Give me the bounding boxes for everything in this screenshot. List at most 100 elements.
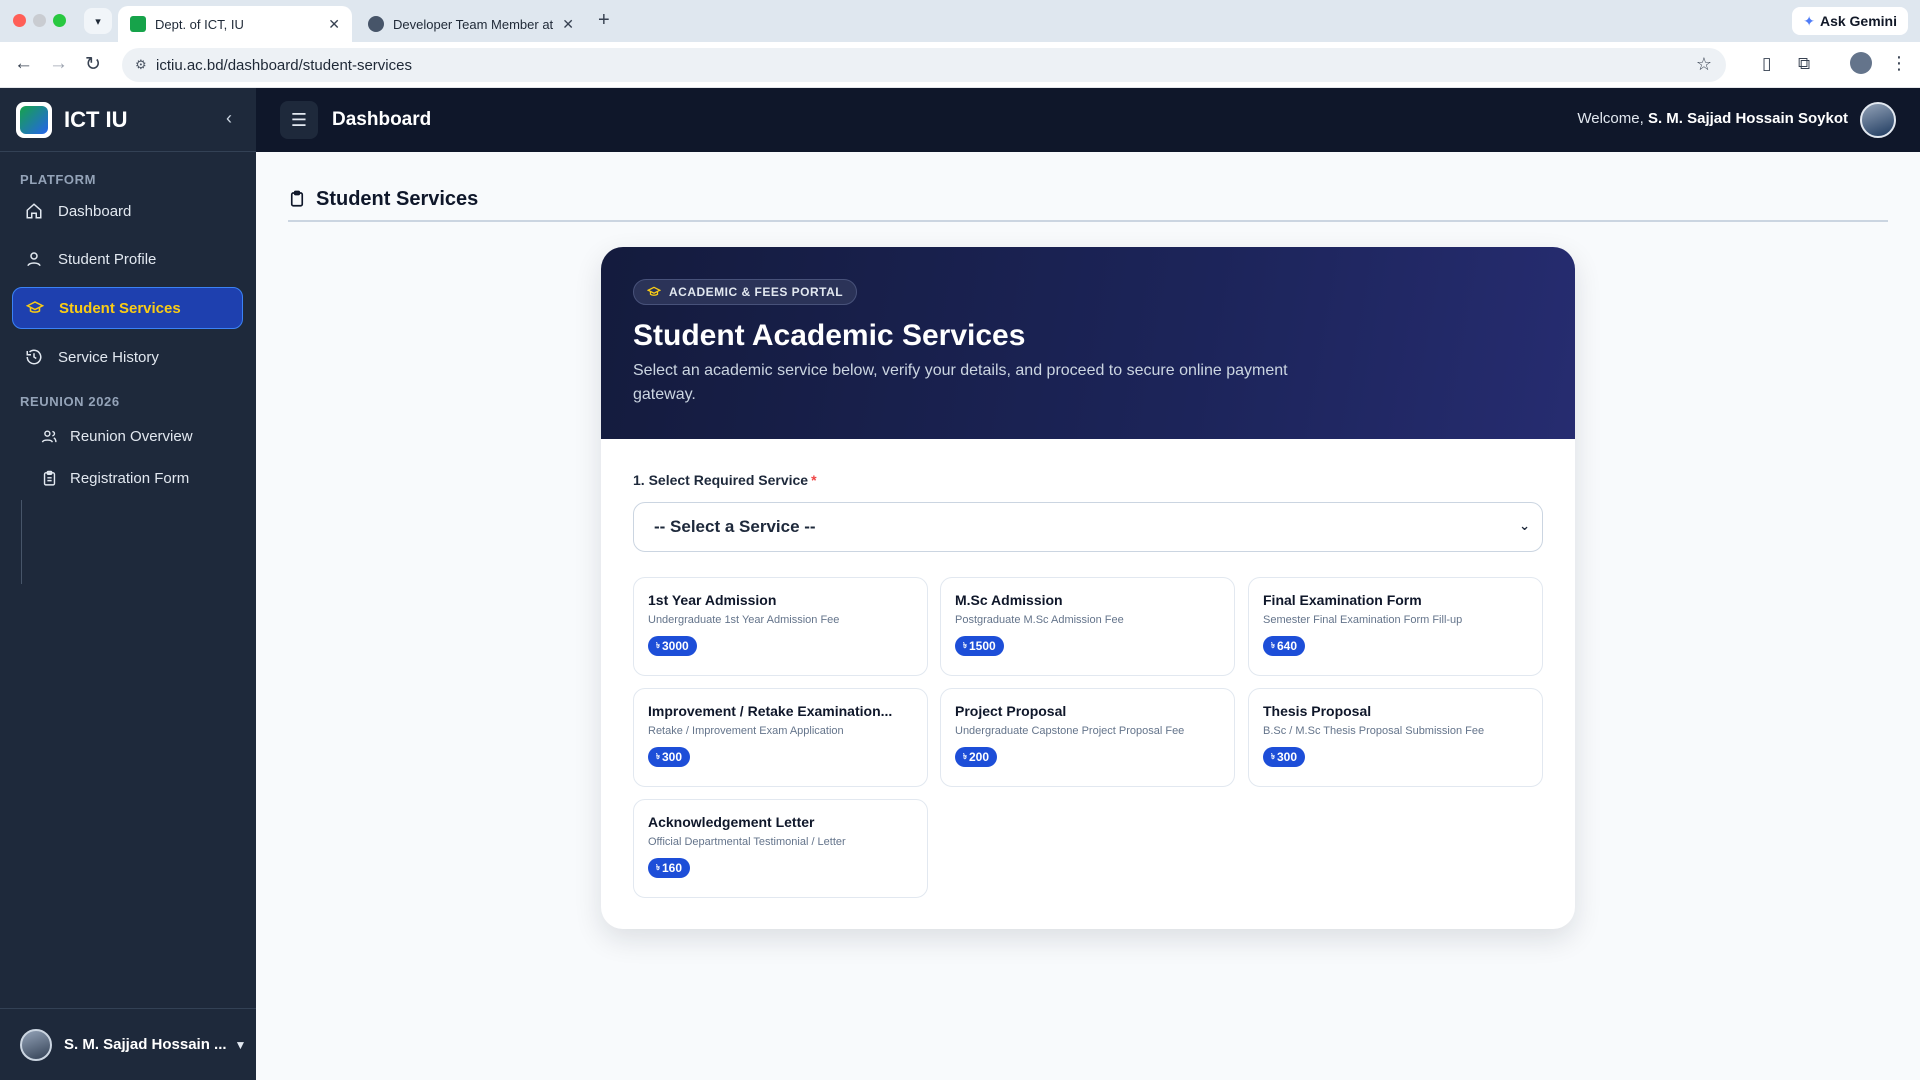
sidebar-item-label: Service History [58,348,159,366]
hero-banner: ACADEMIC & FEES PORTAL Student Academic … [601,247,1575,439]
price-value: 160 [662,861,683,875]
service-description: Retake / Improvement Exam Application [648,725,844,737]
sidebar-item-service-history[interactable]: Service History [12,336,243,378]
users-icon [40,427,58,445]
brand: ICT IU ‹ [0,88,256,152]
price-value: 3000 [662,639,689,653]
sidebar-item-label: Student Profile [58,250,157,268]
welcome-user-name: S. M. Sajjad Hossain Soykot [1647,110,1848,127]
new-tab-button[interactable]: + [598,9,610,32]
price-value: 1500 [969,639,996,653]
back-icon[interactable]: ← [14,53,33,75]
sidebar-item-reunion-overview[interactable]: Reunion Overview [40,418,240,454]
service-card-improvement-retake[interactable]: Improvement / Retake Examination... Reta… [633,688,928,787]
url-text: ictiu.ac.bd/dashboard/student-services [156,56,412,74]
required-mark: * [811,472,817,488]
service-card-1st-year-admission[interactable]: 1st Year Admission Undergraduate 1st Yea… [633,577,928,676]
price-value: 640 [1277,639,1298,653]
portal-badge: ACADEMIC & FEES PORTAL [633,279,858,305]
page-title: Student Services [316,187,479,210]
minimize-window-button[interactable] [33,14,46,27]
browser-profile-avatar[interactable] [1850,52,1872,74]
currency-symbol: ৳ [656,862,660,872]
bookmark-star-icon[interactable]: ☆ [1696,54,1712,75]
price-badge: ৳ 640 [1263,636,1306,656]
submenu-divider [21,500,22,584]
browser-tab-active[interactable]: Dept. of ICT, IU ✕ [118,6,352,42]
currency-symbol: ৳ [656,640,660,650]
extensions-icon[interactable]: ⧉ [1798,54,1810,74]
service-title: Project Proposal [955,703,1067,719]
chevron-down-icon: ⌄ [1519,518,1530,533]
close-icon[interactable]: ✕ [328,16,340,33]
section-label-reunion: REUNION 2026 [20,394,120,409]
sidebar-item-registration-form[interactable]: Registration Form [40,460,240,496]
sparkle-icon: ✦ [1803,12,1815,29]
ask-gemini-label: Ask Gemini [1819,13,1897,29]
maximize-window-button[interactable] [53,14,66,27]
more-menu-icon[interactable]: ⋮ [1890,53,1908,74]
user-icon [24,249,44,269]
brand-name: ICT IU [64,106,128,132]
service-card-thesis-proposal[interactable]: Thesis Proposal B.Sc / M.Sc Thesis Propo… [1248,688,1543,787]
portal-badge-label: ACADEMIC & FEES PORTAL [669,285,844,299]
services-card: ACADEMIC & FEES PORTAL Student Academic … [601,247,1575,929]
service-title: Acknowledgement Letter [648,814,815,830]
chevron-down-icon: ▾ [95,15,101,28]
service-card-final-examination-form[interactable]: Final Examination Form Semester Final Ex… [1248,577,1543,676]
service-title: M.Sc Admission [955,592,1063,608]
forward-icon[interactable]: → [49,53,68,75]
section-label-platform: PLATFORM [20,172,97,187]
currency-symbol: ৳ [656,751,660,761]
sidebar-item-label: Student Services [59,299,181,317]
clipboard-icon [40,469,58,487]
ask-gemini-button[interactable]: ✦ Ask Gemini [1792,7,1908,35]
price-badge: ৳ 300 [648,747,691,767]
history-icon [24,347,44,367]
avatar[interactable] [1860,102,1896,138]
sidebar-user-name: S. M. Sajjad Hossain ... [64,1036,227,1053]
close-icon[interactable]: ✕ [562,16,574,33]
tab-title: Developer Team Member at D [393,16,557,32]
sidebar-item-label: Reunion Overview [70,427,193,445]
reload-icon[interactable]: ↻ [85,53,101,76]
tab-search-button[interactable]: ▾ [84,8,112,34]
hero-title: Student Academic Services [633,319,1026,352]
hero-subtitle: Select an academic service below, verify… [633,362,1288,403]
user-menu-button[interactable]: S. M. Sajjad Hossain ... ▼ [0,1008,256,1080]
service-card-acknowledgement-letter[interactable]: Acknowledgement Letter Official Departme… [633,799,928,898]
service-title: Thesis Proposal [1263,703,1372,719]
price-value: 200 [969,750,990,764]
site-settings-icon[interactable]: ⚙ [135,57,147,73]
top-header: ☰ Dashboard Welcome, S. M. Sajjad Hossai… [256,88,1920,152]
menu-toggle-button[interactable]: ☰ [280,101,318,139]
collapse-sidebar-icon[interactable]: ‹ [226,108,232,129]
service-select[interactable]: -- Select a Service -- ⌄ [633,502,1543,552]
divider [288,220,1888,222]
address-bar[interactable]: ⚙ ictiu.ac.bd/dashboard/student-services… [122,48,1726,82]
currency-symbol: ৳ [963,751,967,761]
sidebar-item-student-profile[interactable]: Student Profile [12,238,243,280]
home-icon [24,201,44,221]
sidebar-item-dashboard[interactable]: Dashboard [12,190,243,232]
welcome-prefix: Welcome, [1577,110,1644,127]
service-card-project-proposal[interactable]: Project Proposal Undergraduate Capstone … [940,688,1235,787]
header-title: Dashboard [332,109,432,130]
close-window-button[interactable] [13,14,26,27]
service-description: Undergraduate 1st Year Admission Fee [648,614,840,626]
reading-list-icon[interactable]: ▯ [1762,54,1771,74]
service-description: B.Sc / M.Sc Thesis Proposal Submission F… [1263,725,1485,737]
welcome-text: Welcome, S. M. Sajjad Hossain Soykot [1577,110,1848,127]
service-card-msc-admission[interactable]: M.Sc Admission Postgraduate M.Sc Admissi… [940,577,1235,676]
price-badge: ৳ 200 [955,747,998,767]
price-value: 300 [1277,750,1298,764]
browser-tab[interactable]: Developer Team Member at D ✕ [356,6,586,42]
page-heading: Student Services [288,186,478,212]
address-toolbar: ← → ↻ ⚙ ictiu.ac.bd/dashboard/student-se… [0,42,1920,88]
service-select-label-text: 1. Select Required Service [633,472,809,488]
sidebar: ICT IU ‹ PLATFORM Dashboard Student Prof… [0,88,256,1080]
price-badge: ৳ 3000 [648,636,697,656]
service-title: Final Examination Form [1263,592,1422,608]
sidebar-item-student-services[interactable]: Student Services [12,287,243,329]
currency-symbol: ৳ [963,640,967,650]
